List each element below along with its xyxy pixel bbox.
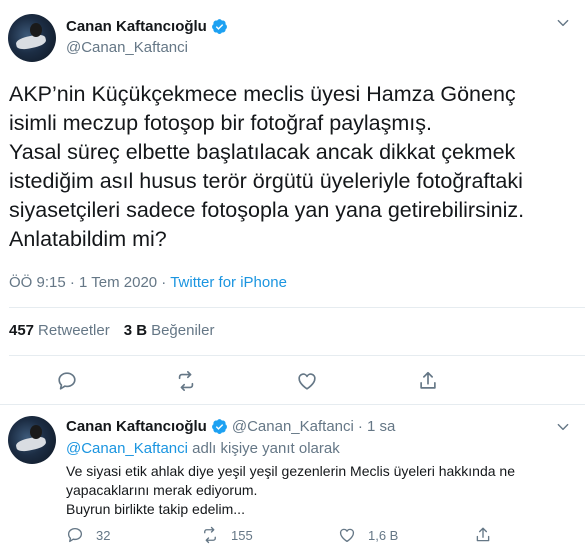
author-name[interactable]: Canan Kaftancıoğlu [66, 18, 207, 35]
reply-icon[interactable] [66, 526, 84, 544]
likes-label: Beğeniler [151, 322, 215, 339]
verified-badge-icon [211, 419, 227, 434]
divider [9, 307, 585, 308]
avatar[interactable] [8, 14, 56, 62]
reply-header: Canan Kaftancıoğlu @Canan_Kaftanci · 1 s… [66, 418, 395, 435]
tweet-source-link[interactable]: Twitter for iPhone [170, 274, 287, 291]
share-icon[interactable] [474, 526, 492, 544]
heart-icon[interactable] [296, 370, 318, 392]
replying-to: @Canan_Kaftanci adlı kişiye yanıt olarak [66, 440, 340, 457]
retweet-icon[interactable] [201, 526, 219, 544]
reply-count: 32 [96, 527, 111, 543]
reply-retweet-action[interactable]: 155 [201, 526, 253, 544]
retweet-count: 155 [231, 527, 253, 543]
tweet-actions [0, 370, 585, 394]
reply-tweet[interactable]: Canan Kaftancıoğlu @Canan_Kaftanci · 1 s… [0, 408, 585, 558]
share-icon[interactable] [417, 370, 439, 392]
like-count: 1,6 B [368, 527, 399, 543]
retweet-icon[interactable] [175, 370, 197, 392]
avatar[interactable] [8, 416, 56, 464]
tweet-text: AKP’nin Küçükçekmece meclis üyesi Hamza … [9, 82, 525, 251]
heart-icon[interactable] [338, 526, 356, 544]
reply-actions: 32 155 1,6 B [66, 526, 571, 546]
replying-suffix: adlı kişiye yanıt olarak [187, 440, 340, 457]
chevron-down-icon[interactable] [556, 420, 570, 434]
divider [0, 404, 585, 405]
likes-stat[interactable]: 3 B Beğeniler [124, 322, 215, 339]
chevron-down-icon[interactable] [556, 16, 570, 30]
reply-like-action[interactable]: 1,6 B [338, 526, 398, 544]
replying-handle-link[interactable]: @Canan_Kaftanci [66, 440, 188, 457]
retweets-count: 457 [9, 322, 35, 339]
retweets-stat[interactable]: 457 Retweetler [9, 322, 110, 339]
tweet-meta: ÖÖ 9:15 · 1 Tem 2020 · Twitter for iPhon… [9, 274, 287, 291]
divider [9, 355, 585, 356]
likes-count: 3 B [123, 322, 148, 339]
reply-time[interactable]: · 1 sa [358, 418, 396, 435]
reply-text: Ve siyasi etik ahlak diye yeşil yeşil ge… [66, 463, 515, 517]
verified-badge-icon [211, 19, 227, 34]
tweet-timestamp[interactable]: ÖÖ 9:15 · 1 Tem 2020 · [9, 274, 170, 291]
reply-author-handle[interactable]: @Canan_Kaftanci [232, 418, 354, 435]
reply-reply-action[interactable]: 32 [66, 526, 110, 544]
reply-icon[interactable] [56, 370, 78, 392]
reply-author-name[interactable]: Canan Kaftancıoğlu [66, 418, 207, 435]
reply-share-action[interactable] [474, 526, 492, 544]
retweets-label: Retweetler [38, 322, 110, 339]
tweet-stats: 457 Retweetler 3 B Beğeniler [9, 322, 214, 339]
author-handle[interactable]: @Canan_Kaftanci [66, 39, 188, 56]
author-name-row[interactable]: Canan Kaftancıoğlu [66, 18, 228, 35]
